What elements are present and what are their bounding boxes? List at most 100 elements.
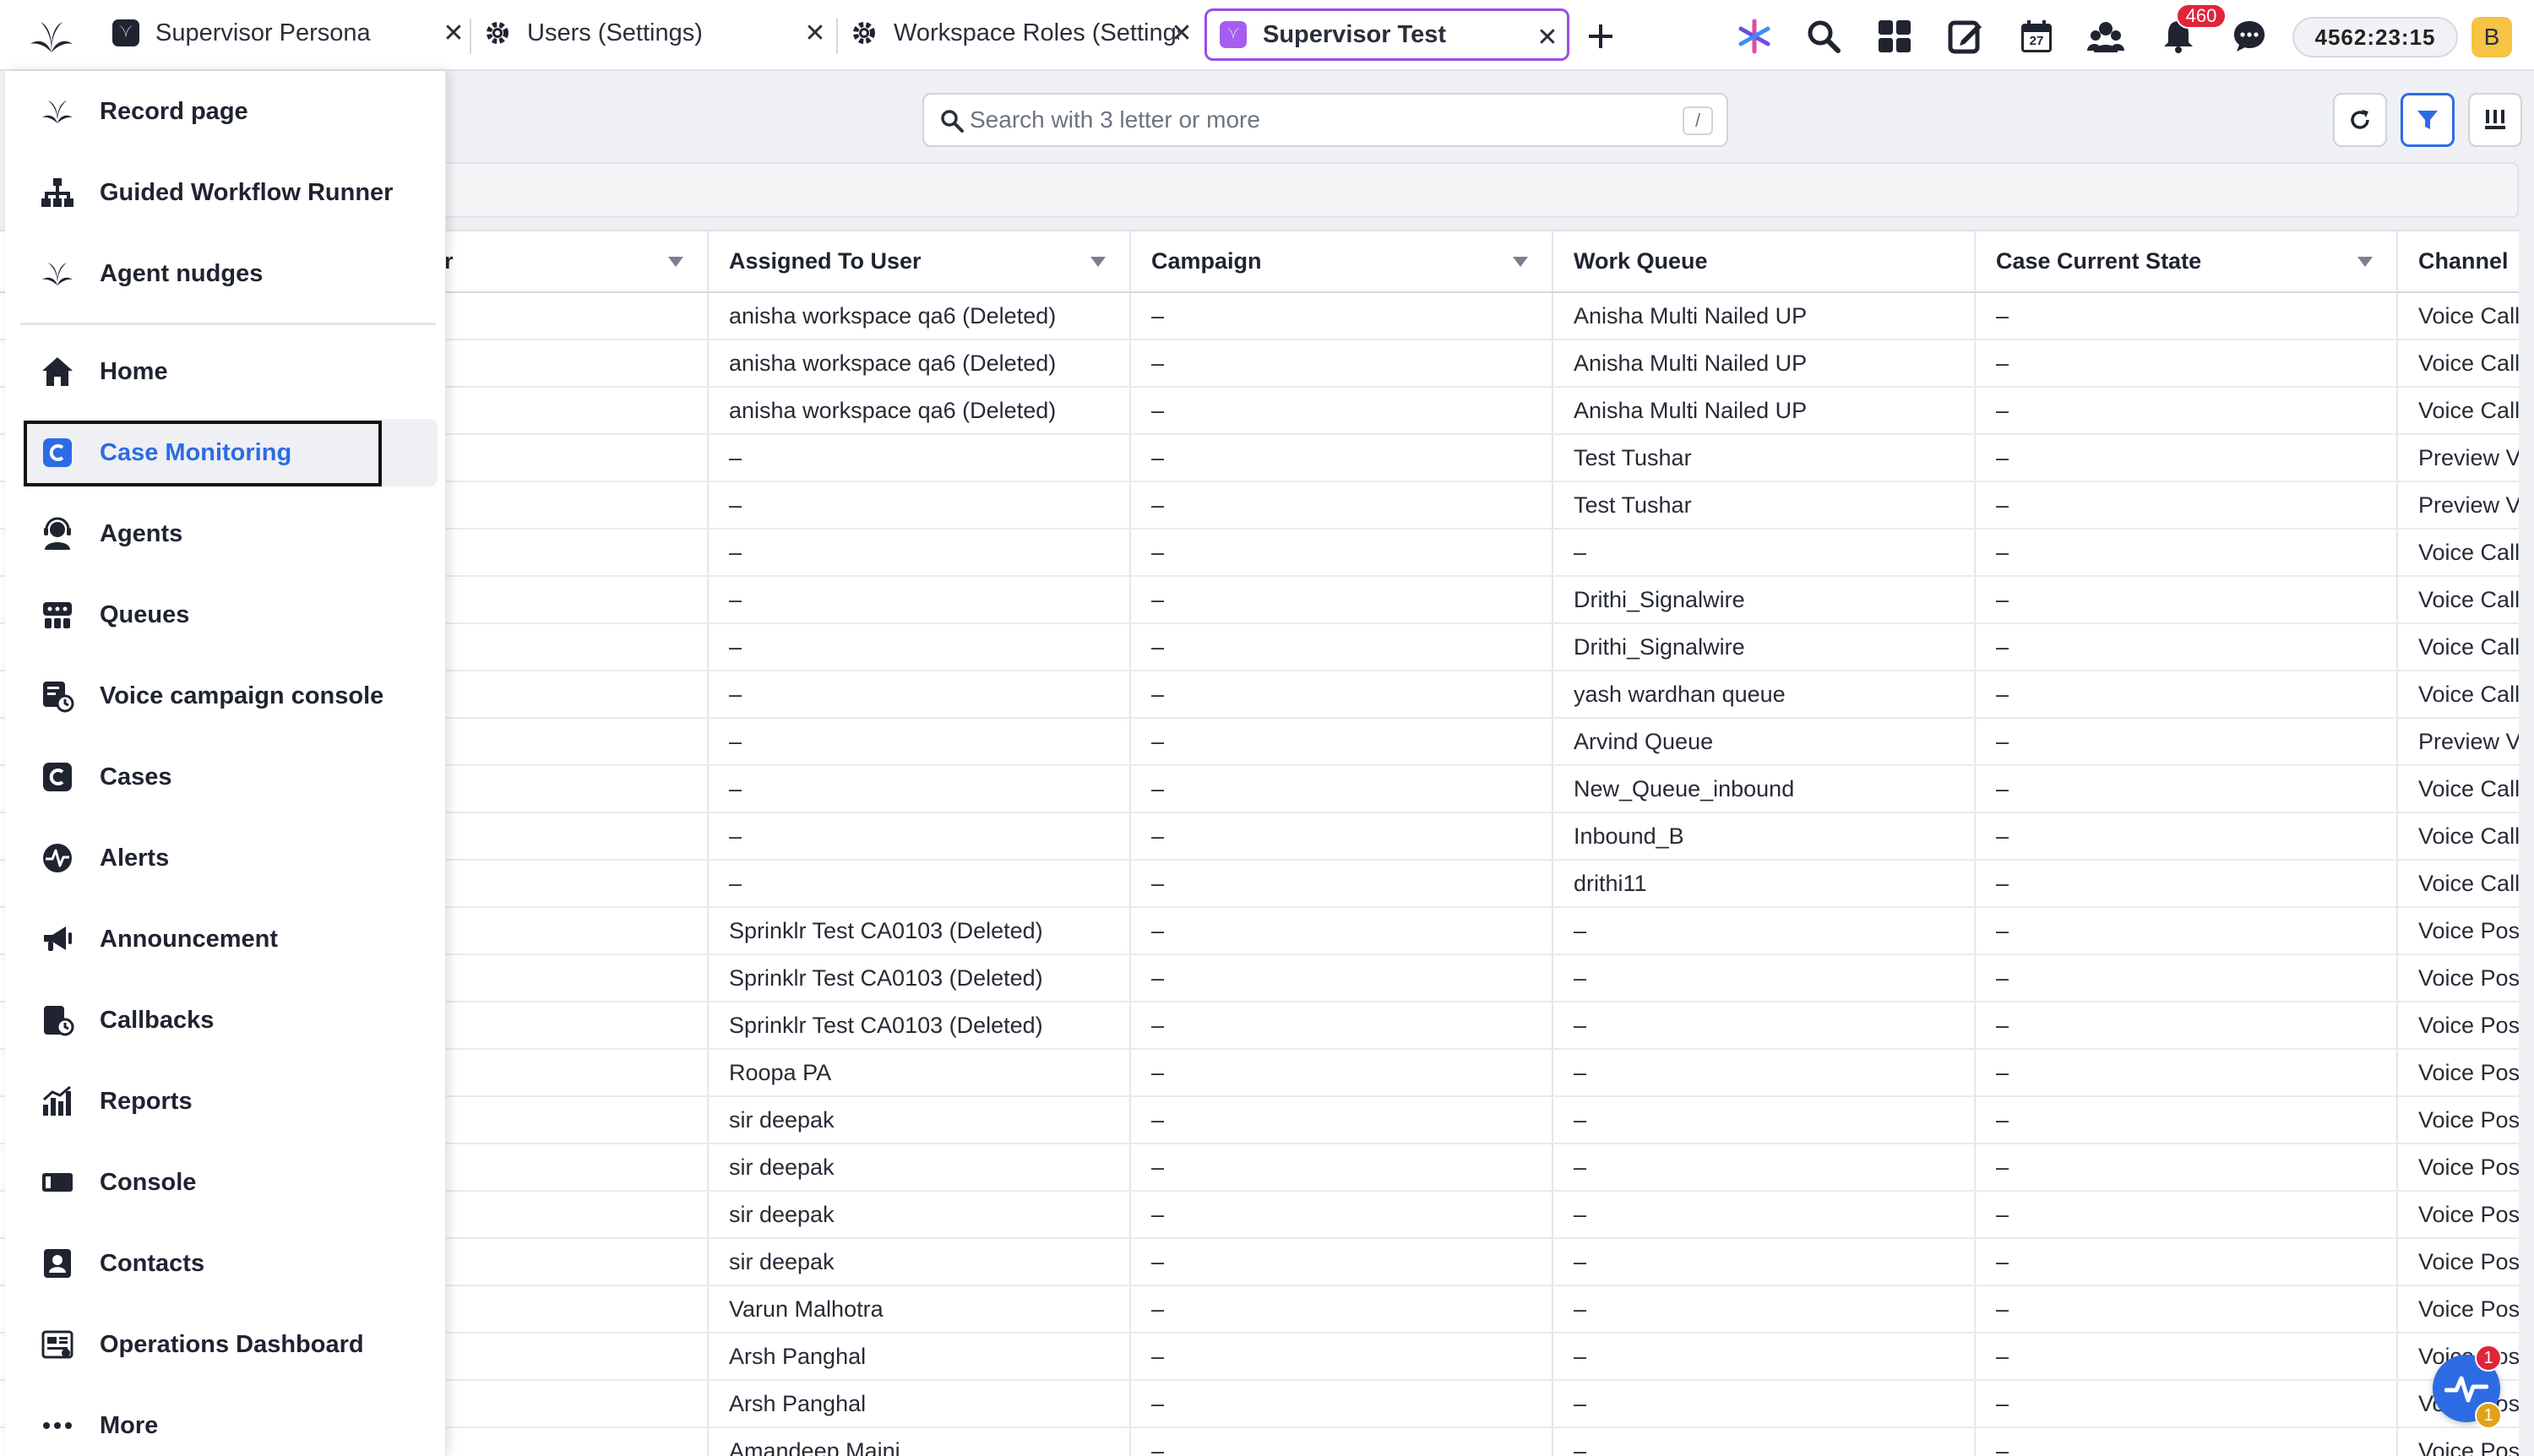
close-icon[interactable]: ✕	[802, 19, 828, 48]
table-cell: –	[1552, 1285, 1976, 1334]
table-cell: Voice Call	[2397, 671, 2519, 719]
table-cell: Voice Pos	[2397, 1427, 2519, 1456]
menu-item-case-monitoring[interactable]: Case Monitoring	[24, 419, 438, 486]
table-cell: –	[1552, 1096, 1976, 1144]
search-icon[interactable]	[1804, 17, 1843, 56]
table-cell: –	[1552, 529, 1976, 577]
table-cell: Voice Pos	[2397, 954, 2519, 1002]
menu-item-alerts[interactable]: Alerts	[24, 824, 438, 892]
column-header[interactable]: Channel	[2397, 231, 2519, 293]
table-cell: –	[1552, 1380, 1976, 1428]
column-header-label: Channel	[2418, 248, 2509, 274]
table-cell: Voice Pos	[2397, 1285, 2519, 1334]
table-cell: –	[1552, 1002, 1976, 1050]
menu-item-agent-nudges[interactable]: Agent nudges	[24, 240, 438, 307]
apps-grid-icon[interactable]	[1875, 17, 1914, 56]
widget-badge-top: 1	[2475, 1345, 2502, 1372]
team-icon[interactable]	[2086, 17, 2125, 56]
sort-caret-icon[interactable]	[1090, 257, 1106, 267]
menu-item-more[interactable]: More	[24, 1392, 438, 1456]
tab-supervisor-persona[interactable]: Supervisor Persona ✕	[111, 7, 466, 59]
menu-item-cases[interactable]: Cases	[24, 743, 438, 811]
close-icon[interactable]: ✕	[1169, 19, 1194, 48]
menu-item-agents[interactable]: Agents	[24, 500, 438, 568]
session-timer: 4562:23:15	[2292, 17, 2458, 57]
table-cell: Anisha Multi Nailed UP	[1552, 340, 1976, 388]
user-avatar[interactable]: B	[2471, 17, 2512, 57]
column-settings-button[interactable]	[2468, 93, 2522, 147]
refresh-button[interactable]	[2333, 93, 2387, 147]
menu-item-console[interactable]: Console	[24, 1149, 438, 1216]
table-cell: –	[1552, 1144, 1976, 1192]
tab-label: Users (Settings)	[527, 19, 703, 46]
table-cell: –	[1130, 576, 1553, 624]
table-cell: –	[1130, 860, 1553, 908]
sprinklr-leaf-icon	[41, 95, 74, 128]
home-icon	[41, 355, 74, 388]
table-cell: –	[1975, 1427, 2398, 1456]
close-icon[interactable]: ✕	[441, 19, 466, 48]
sort-caret-icon[interactable]	[668, 257, 683, 267]
table-cell: anisha workspace qa6 (Deleted)	[708, 340, 1131, 388]
menu-item-callbacks[interactable]: Callbacks	[24, 986, 438, 1054]
column-header-label: Case Current State	[1996, 248, 2202, 274]
table-cell: anisha workspace qa6 (Deleted)	[708, 292, 1131, 340]
table-cell: Sprinklr Test CA0103 (Deleted)	[708, 907, 1131, 955]
table-cell: –	[1130, 1002, 1553, 1050]
calendar-icon[interactable]: 27	[2017, 17, 2056, 56]
table-cell: Preview V	[2397, 718, 2519, 766]
tab-workspace-roles-settings[interactable]: Workspace Roles (Settings) ✕	[850, 7, 1194, 59]
compose-icon[interactable]	[1946, 17, 1985, 56]
column-header[interactable]: Assigned To User	[708, 231, 1131, 293]
table-cell: –	[1975, 529, 2398, 577]
menu-item-record-page[interactable]: Record page	[24, 78, 438, 145]
table-cell: Voice Call	[2397, 292, 2519, 340]
sort-caret-icon[interactable]	[2357, 257, 2373, 267]
table-cell: –	[1975, 671, 2398, 719]
app-root: Supervisor Persona ✕ Users (Settings) ✕ …	[0, 0, 2534, 1456]
table-cell: –	[708, 481, 1131, 530]
search-input[interactable]	[970, 101, 1645, 139]
navigation-menu: Record page Guided Workflow Runner Agent n…	[5, 71, 446, 1456]
menu-item-voice-campaign-console[interactable]: Voice campaign console	[24, 662, 438, 730]
pulse-icon	[2444, 1376, 2488, 1403]
activity-widget-button[interactable]: 1 1	[2433, 1345, 2502, 1429]
table-cell: –	[708, 671, 1131, 719]
table-cell: –	[1975, 812, 2398, 861]
menu-item-label: Agents	[100, 519, 183, 547]
menu-item-label: Voice campaign console	[100, 682, 384, 709]
tab-users-settings[interactable]: Users (Settings) ✕	[483, 7, 828, 59]
table-cell: –	[1975, 907, 2398, 955]
table-cell: Voice Call	[2397, 765, 2519, 813]
table-cell: Test Tushar	[1552, 481, 1976, 530]
column-header[interactable]: Case Current State	[1975, 231, 2398, 293]
add-tab-icon[interactable]	[1581, 17, 1620, 56]
sprinklr-logo-icon[interactable]	[29, 15, 74, 56]
refresh-icon	[2351, 110, 2369, 129]
table-cell: –	[708, 860, 1131, 908]
column-header[interactable]: Work Queue	[1552, 231, 1976, 293]
table-cell: Voice Pos	[2397, 907, 2519, 955]
column-header[interactable]: Campaign	[1130, 231, 1553, 293]
sort-caret-icon[interactable]	[1513, 257, 1528, 267]
table-cell: Voice Call	[2397, 387, 2519, 435]
close-icon[interactable]: ✕	[1535, 23, 1560, 52]
menu-item-reports[interactable]: Reports	[24, 1068, 438, 1135]
filter-button[interactable]	[2401, 93, 2455, 147]
menu-item-operations-dashboard[interactable]: Operations Dashboard	[24, 1311, 438, 1378]
tab-supervisor-test[interactable]: Supervisor Test ✕	[1204, 8, 1569, 61]
table-cell: –	[1975, 623, 2398, 671]
menu-item-guided-workflow-runner[interactable]: Guided Workflow Runner	[24, 159, 438, 226]
ai-sparkle-icon[interactable]	[1735, 17, 1774, 56]
table-cell: –	[1975, 1380, 2398, 1428]
menu-item-home[interactable]: Home	[24, 338, 438, 405]
table-cell: –	[1130, 529, 1553, 577]
table-cell: –	[708, 765, 1131, 813]
table-cell: anisha workspace qa6 (Deleted)	[708, 387, 1131, 435]
chat-icon[interactable]	[2230, 17, 2269, 56]
table-cell: –	[1975, 1238, 2398, 1286]
table-cell: Voice Call	[2397, 860, 2519, 908]
menu-item-announcement[interactable]: Announcement	[24, 905, 438, 973]
menu-item-contacts[interactable]: Contacts	[24, 1230, 438, 1297]
menu-item-queues[interactable]: Queues	[24, 581, 438, 649]
